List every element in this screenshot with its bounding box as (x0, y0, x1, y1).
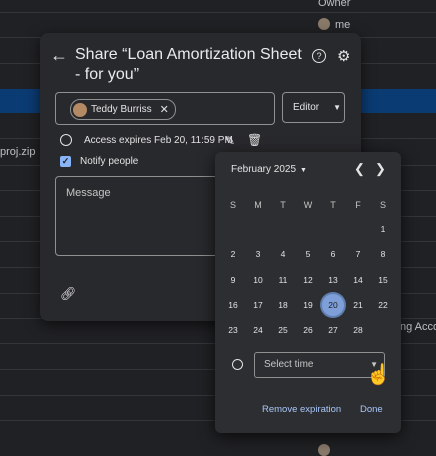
calendar-day[interactable]: 25 (272, 319, 294, 341)
calendar-day[interactable]: 4 (272, 243, 294, 265)
month-label: February 2025 (231, 164, 297, 175)
back-arrow-icon[interactable]: ← (50, 45, 68, 66)
calendar-day[interactable]: 7 (347, 243, 369, 265)
caret-down-icon: ▼ (300, 167, 307, 174)
chip-name: Teddy Burriss (91, 104, 152, 115)
calendar-day[interactable]: 28 (347, 319, 369, 341)
chevron-down-icon: ▼ (333, 103, 342, 112)
calendar-day[interactable]: 18 (272, 294, 294, 316)
bg-file-name[interactable]: proj.zip (0, 146, 35, 158)
edit-icon[interactable]: ✎ (225, 134, 235, 148)
bg-owner-me: me (335, 19, 351, 31)
calendar-day[interactable]: 27 (322, 319, 344, 341)
calendar-day[interactable]: 10 (247, 269, 269, 291)
calendar-day[interactable]: 26 (297, 319, 319, 341)
bg-owner-header: Owner (318, 0, 351, 9)
weekday-header: S (379, 200, 386, 210)
message-field[interactable]: Message (55, 176, 235, 256)
help-icon[interactable]: ? (312, 49, 326, 63)
notify-label: Notify people (80, 156, 139, 167)
remove-expiration-button[interactable]: Remove expiration (262, 404, 341, 415)
people-input[interactable]: Teddy Burriss ✕ (55, 92, 275, 125)
weekday-header: M (254, 200, 262, 210)
calendar-day[interactable]: 21 (347, 294, 369, 316)
month-selector[interactable]: February 2025 ▼ (231, 164, 307, 175)
time-placeholder: Select time (264, 359, 314, 370)
calendar-day[interactable]: 6 (322, 243, 344, 265)
calendar-day[interactable]: 19 (297, 294, 319, 316)
calendar-day[interactable]: 5 (297, 243, 319, 265)
notify-checkbox[interactable]: ✓ (60, 156, 71, 167)
calendar-day[interactable]: 9 (222, 269, 244, 291)
calendar-day[interactable]: 14 (347, 269, 369, 291)
gear-icon[interactable]: ⚙ (337, 47, 350, 65)
calendar-day[interactable]: 1 (372, 218, 394, 240)
prev-month-icon[interactable]: ❮ (354, 161, 365, 177)
notify-row[interactable]: ✓ Notify people (60, 156, 138, 167)
calendar-day[interactable]: 23 (222, 319, 244, 341)
clock-icon (232, 359, 243, 370)
calendar-day[interactable]: 15 (372, 269, 394, 291)
person-chip[interactable]: Teddy Burriss ✕ (70, 99, 176, 120)
owner-avatar (318, 444, 330, 456)
calendar-day[interactable]: 12 (297, 269, 319, 291)
next-month-icon[interactable]: ❯ (375, 161, 386, 177)
bg-account-text: ng Accou (400, 321, 436, 333)
hand-cursor-icon: ☝ (366, 364, 391, 386)
expiration-row: Access expires Feb 20, 11:59 PM (60, 134, 233, 146)
calendar-day-selected[interactable]: 20 (322, 294, 344, 316)
calendar-day[interactable]: 16 (222, 294, 244, 316)
delete-icon[interactable]: 🗑 (247, 133, 262, 147)
dialog-title: Share “Loan Amortization Sheet - for you… (75, 46, 302, 83)
calendar-day[interactable]: 17 (247, 294, 269, 316)
close-icon[interactable]: ✕ (160, 103, 169, 116)
date-picker: February 2025 ▼ ❮ ❯ Select time ▼ ☝ Remov… (215, 152, 401, 433)
weekday-header: S (229, 200, 236, 210)
weekday-header: T (280, 200, 286, 210)
row-divider (0, 12, 436, 13)
calendar-day[interactable]: 2 (222, 243, 244, 265)
role-label: Editor (293, 102, 320, 113)
message-placeholder: Message (66, 187, 111, 199)
calendar-day[interactable]: 24 (247, 319, 269, 341)
role-dropdown[interactable]: Editor ▼ (282, 92, 345, 123)
weekday-header: W (303, 200, 313, 210)
link-icon[interactable]: 🔗︎ (60, 286, 77, 302)
calendar-day[interactable]: 3 (247, 243, 269, 265)
expiration-text: Access expires Feb 20, 11:59 PM (84, 134, 233, 146)
weekday-header: T (330, 200, 336, 210)
owner-avatar (318, 18, 330, 30)
timer-icon (60, 134, 72, 146)
calendar-day[interactable]: 22 (372, 294, 394, 316)
done-button[interactable]: Done (360, 404, 383, 415)
calendar-day[interactable]: 11 (272, 269, 294, 291)
calendar-day[interactable]: 8 (372, 243, 394, 265)
avatar (73, 102, 87, 117)
calendar-day[interactable]: 13 (322, 269, 344, 291)
weekday-header: F (355, 200, 361, 210)
